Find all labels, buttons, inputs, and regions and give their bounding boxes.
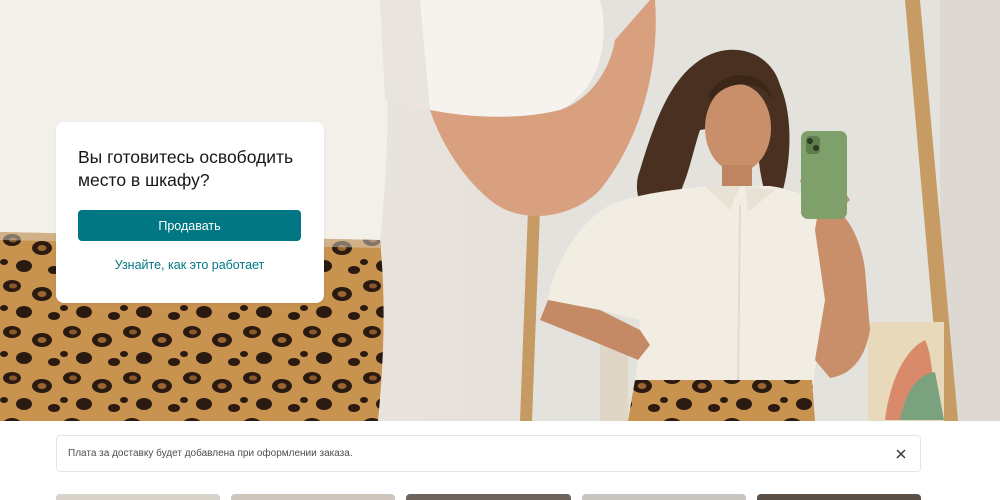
item-thumbnail[interactable] [231,494,396,500]
close-icon[interactable] [894,447,908,461]
how-it-works-link[interactable]: Узнайте, как это работает [78,258,301,272]
item-thumbnail[interactable] [581,494,746,500]
page: Вы готовитесь освободить место в шкафу? … [0,0,1000,500]
shipping-notice-text: Плата за доставку будет добавлена при оф… [68,448,353,459]
item-thumbnails [56,494,922,500]
hero-title: Вы готовитесь освободить место в шкафу? [78,147,294,190]
sell-promo-card: Вы готовитесь освободить место в шкафу? … [56,122,324,303]
sell-button[interactable]: Продавать [78,210,301,241]
item-thumbnail[interactable] [406,494,571,500]
hero-banner: Вы готовитесь освободить место в шкафу? … [0,0,1000,421]
item-thumbnail[interactable] [756,494,922,500]
item-thumbnail[interactable] [56,494,221,500]
shipping-notice: Плата за доставку будет добавлена при оф… [56,435,921,472]
